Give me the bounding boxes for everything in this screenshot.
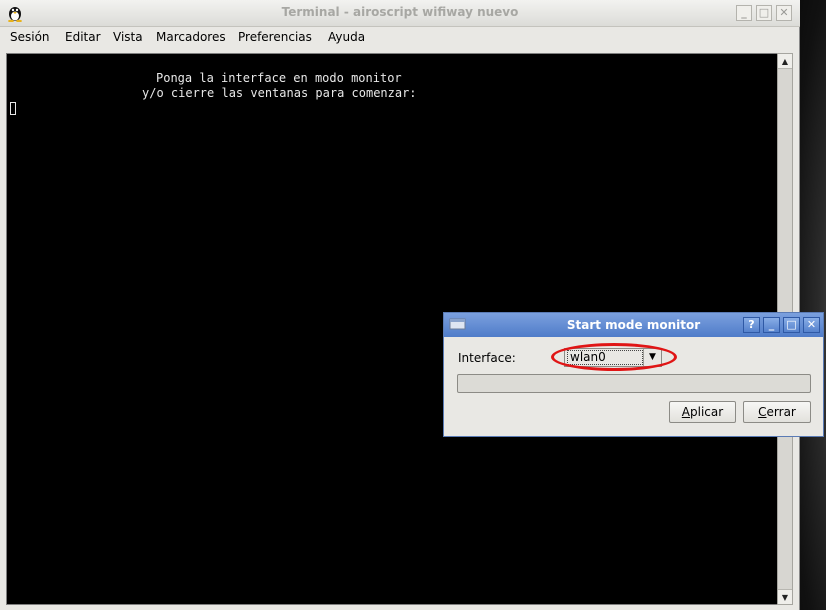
menu-sesion[interactable]: Sesión bbox=[10, 30, 50, 44]
minimize-button[interactable]: _ bbox=[736, 5, 752, 21]
terminal-cursor bbox=[10, 102, 16, 115]
help-button[interactable]: ? bbox=[743, 317, 760, 333]
terminal-window: Terminal - airoscript wifiway nuevo _ □ … bbox=[0, 0, 800, 610]
terminal-titlebar[interactable]: Terminal - airoscript wifiway nuevo _ □ … bbox=[0, 0, 800, 27]
menu-bar: Sesión Editar Vista Marcadores Preferenc… bbox=[0, 27, 800, 49]
menu-vista[interactable]: Vista bbox=[113, 30, 143, 44]
close-button[interactable]: ✕ bbox=[776, 5, 792, 21]
terminal-line: y/o cierre las ventanas para comenzar: bbox=[142, 86, 417, 100]
dialog-titlebar[interactable]: Start mode monitor ? _ □ ✕ bbox=[444, 313, 823, 337]
apply-label: plicar bbox=[690, 405, 724, 419]
menu-ayuda[interactable]: Ayuda bbox=[328, 30, 365, 44]
desktop-background bbox=[798, 0, 826, 610]
apply-mnemonic: A bbox=[681, 405, 691, 419]
apply-button[interactable]: Aplicar bbox=[669, 401, 736, 423]
terminal-line: Ponga la interface en modo monitor bbox=[156, 71, 402, 85]
maximize-button[interactable]: □ bbox=[756, 5, 772, 21]
start-mode-monitor-dialog: Start mode monitor ? _ □ ✕ Interface: wl… bbox=[443, 312, 824, 437]
dialog-maximize-button[interactable]: □ bbox=[783, 317, 800, 333]
scroll-down-icon[interactable]: ▼ bbox=[778, 589, 792, 604]
scroll-up-icon[interactable]: ▲ bbox=[778, 54, 792, 69]
progress-bar bbox=[457, 374, 811, 393]
menu-editar[interactable]: Editar bbox=[65, 30, 101, 44]
menu-preferencias[interactable]: Preferencias bbox=[238, 30, 312, 44]
dialog-close-button[interactable]: ✕ bbox=[803, 317, 820, 333]
menu-marcadores[interactable]: Marcadores bbox=[156, 30, 226, 44]
close-label: errar bbox=[766, 405, 796, 419]
interface-label: Interface: bbox=[458, 351, 516, 365]
dialog-minimize-button[interactable]: _ bbox=[763, 317, 780, 333]
window-title: Terminal - airoscript wifiway nuevo bbox=[281, 5, 519, 19]
close-dialog-button[interactable]: Cerrar bbox=[743, 401, 811, 423]
highlight-ellipse bbox=[551, 343, 677, 371]
close-mnemonic: C bbox=[758, 405, 767, 419]
